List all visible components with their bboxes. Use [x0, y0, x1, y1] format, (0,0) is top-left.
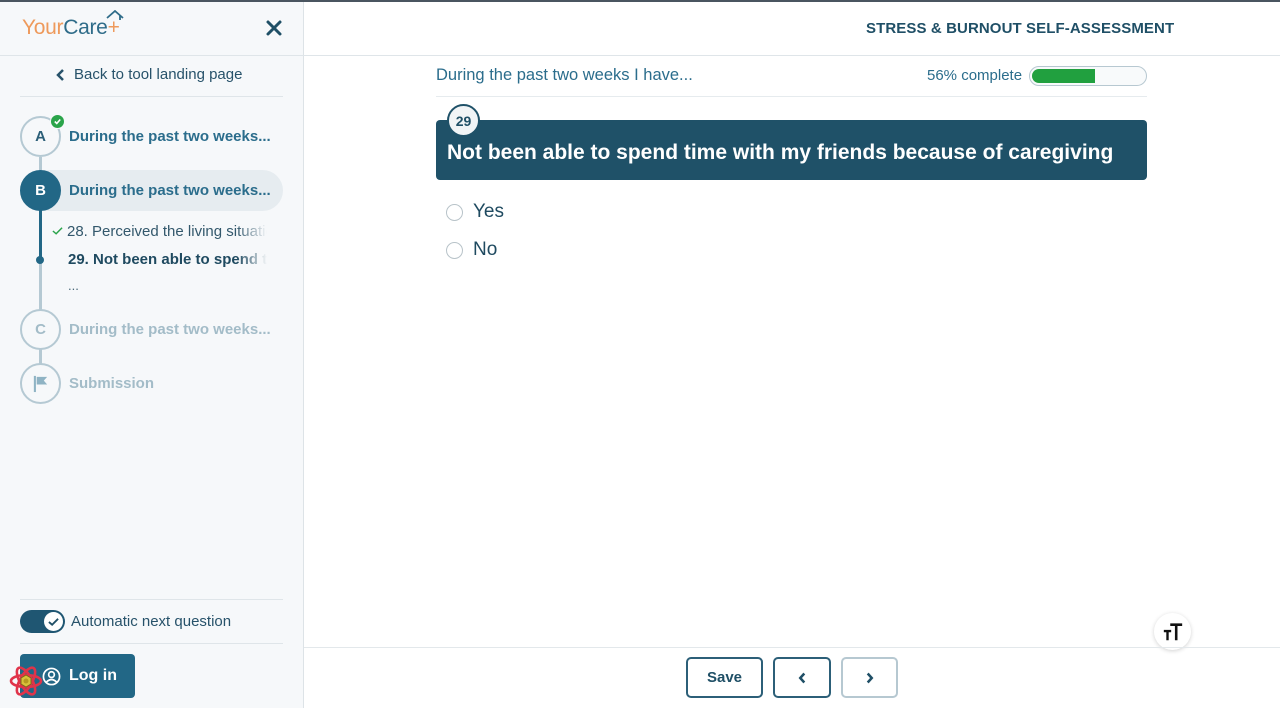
logo-plus-house-icon: +: [105, 10, 124, 39]
sidebar-step-b[interactable]: B During the past two weeks...: [20, 170, 283, 211]
step-connector-active: [39, 210, 42, 260]
progress-bar: [1029, 66, 1147, 86]
flag-icon: [33, 375, 48, 393]
step-badge: C: [20, 309, 61, 350]
toggle-divider: [20, 643, 283, 644]
sidebar: YourCare + Back to tool landing page A Du…: [0, 2, 304, 708]
step-badge: [20, 363, 61, 404]
font-size-button[interactable]: [1154, 613, 1191, 650]
current-question-dot: [36, 256, 44, 264]
sidebar-step-submission[interactable]: Submission: [20, 363, 154, 404]
sidebar-header-divider: [0, 55, 304, 56]
save-button[interactable]: Save: [686, 657, 763, 698]
back-link-divider: [20, 96, 283, 97]
completed-check-icon: [50, 114, 65, 129]
question-card: Not been able to spend time with my frie…: [436, 120, 1147, 180]
close-icon: [266, 20, 282, 36]
chevron-left-icon: [56, 68, 64, 81]
sidebar-question-28[interactable]: 28. Perceived the living situation: [52, 223, 267, 240]
back-to-landing-link[interactable]: Back to tool landing page: [56, 66, 242, 83]
sidebar-question-29[interactable]: 29. Not been able to spend time with my …: [68, 251, 267, 268]
question-text: Not been able to spend time with my frie…: [447, 141, 1114, 164]
answer-option-yes[interactable]: Yes: [446, 201, 504, 223]
text-size-icon: [1163, 622, 1182, 640]
chevron-right-icon: [866, 672, 874, 683]
step-badge: B: [20, 170, 61, 211]
section-divider: [436, 96, 1147, 97]
next-question-button[interactable]: [841, 657, 898, 698]
more-questions-ellipsis: ...: [68, 278, 79, 293]
toggle-knob: [44, 612, 63, 631]
logo[interactable]: YourCare +: [22, 10, 124, 40]
react-devtools-icon[interactable]: [9, 664, 43, 698]
progress-label: 56% complete: [927, 67, 1023, 84]
sidebar-footer-divider: [20, 599, 283, 600]
auto-next-question-toggle[interactable]: Automatic next question: [20, 610, 231, 633]
section-title: During the past two weeks I have...: [436, 66, 693, 84]
step-badge: A: [20, 114, 65, 157]
header-divider: [304, 55, 1280, 56]
radio-button[interactable]: [446, 241, 463, 259]
toggle-switch[interactable]: [20, 610, 65, 633]
user-circle-icon: [42, 667, 61, 685]
sidebar-step-a[interactable]: A During the past two weeks...: [20, 114, 271, 157]
chevron-left-icon: [798, 672, 805, 683]
check-icon: [48, 617, 59, 626]
footer-divider: [304, 647, 1280, 648]
check-icon: [52, 227, 63, 235]
step-connector: [39, 260, 42, 312]
answer-option-no[interactable]: No: [446, 239, 497, 261]
question-number-badge: 29: [447, 104, 480, 137]
sidebar-step-c[interactable]: C During the past two weeks...: [20, 309, 271, 350]
house-roof-icon: [105, 10, 124, 20]
page-title: STRESS & BURNOUT SELF-ASSESSMENT: [866, 20, 1175, 37]
progress-bar-fill: [1032, 69, 1095, 83]
close-sidebar-button[interactable]: [262, 16, 286, 40]
previous-question-button[interactable]: [773, 657, 831, 698]
radio-button[interactable]: [446, 203, 463, 221]
